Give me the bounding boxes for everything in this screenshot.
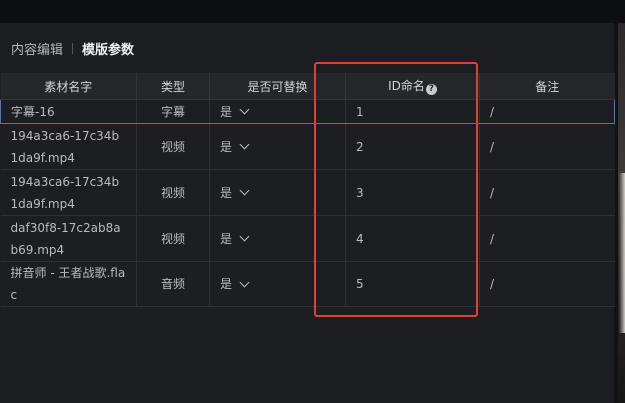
cell-replaceable: 是 <box>209 99 346 124</box>
column-header-replaceable: 是否可替换 <box>209 73 346 100</box>
chevron-down-icon <box>239 185 250 196</box>
cell-id[interactable]: 1 <box>345 99 480 124</box>
table-row[interactable]: daf30f8-17c2ab8ab69.mp4 视频 是 4 / <box>0 215 615 262</box>
replaceable-select[interactable]: 是 <box>220 182 250 204</box>
table-row[interactable]: 194a3ca6-17c34b1da9f.mp4 视频 是 2 / <box>0 123 615 170</box>
cell-id[interactable]: 3 <box>345 169 480 216</box>
replaceable-select-value: 是 <box>220 277 233 291</box>
cell-note[interactable]: / <box>479 123 615 170</box>
chevron-down-icon <box>239 139 250 150</box>
cell-type: 视频 <box>136 215 210 262</box>
column-header-note: 备注 <box>479 73 615 100</box>
cell-id[interactable]: 5 <box>345 261 480 307</box>
table-header-row: 素材名字 类型 是否可替换 ID命名? 备注 <box>0 73 615 100</box>
replaceable-select[interactable]: 是 <box>220 273 250 295</box>
column-header-type: 类型 <box>136 73 210 100</box>
cell-name: 拼音师 - 王者战歌.flac <box>0 261 137 307</box>
column-header-name: 素材名字 <box>0 73 137 100</box>
background-preview-edge <box>614 23 625 403</box>
cell-name: daf30f8-17c2ab8ab69.mp4 <box>0 215 137 262</box>
table-row[interactable]: 字幕-16 字幕 是 1 / <box>0 99 615 124</box>
cell-name: 字幕-16 <box>0 99 137 124</box>
cell-replaceable: 是 <box>209 123 346 170</box>
breadcrumb: 内容编辑 模版参数 <box>11 39 135 58</box>
chevron-down-icon <box>239 231 250 242</box>
chevron-down-icon <box>239 277 250 287</box>
cell-note[interactable]: / <box>479 169 615 216</box>
breadcrumb-template-params: 模版参数 <box>82 42 135 58</box>
replaceable-select[interactable]: 是 <box>220 136 250 158</box>
table-row[interactable]: 拼音师 - 王者战歌.flac 音频 是 5 / <box>0 261 615 307</box>
question-circle-icon[interactable]: ? <box>425 84 437 95</box>
cell-replaceable: 是 <box>209 169 346 216</box>
cell-type: 音频 <box>136 261 210 307</box>
cell-note[interactable]: / <box>479 215 615 262</box>
cell-name: 194a3ca6-17c34b1da9f.mp4 <box>0 123 137 170</box>
top-bar <box>0 0 625 23</box>
cell-replaceable: 是 <box>209 215 346 262</box>
column-header-id-name: ID命名? <box>345 73 480 100</box>
replaceable-select[interactable]: 是 <box>220 101 250 123</box>
cell-note[interactable]: / <box>479 261 615 307</box>
replaceable-select-value: 是 <box>220 139 233 154</box>
cell-type: 视频 <box>136 169 210 216</box>
template-params-table: 素材名字 类型 是否可替换 ID命名? 备注 字幕-16 字幕 是 1 / 19… <box>0 73 615 307</box>
table-row[interactable]: 194a3ca6-17c34b1da9f.mp4 视频 是 3 / <box>0 169 615 216</box>
replaceable-select-value: 是 <box>220 185 233 200</box>
cell-id[interactable]: 2 <box>345 123 480 170</box>
cell-id[interactable]: 4 <box>345 215 480 262</box>
breadcrumb-divider <box>72 42 74 54</box>
cell-replaceable: 是 <box>209 261 346 307</box>
cell-type: 视频 <box>136 123 210 170</box>
chevron-down-icon <box>239 104 250 115</box>
cell-note[interactable]: / <box>479 99 615 124</box>
cell-name: 194a3ca6-17c34b1da9f.mp4 <box>0 169 137 216</box>
replaceable-select-value: 是 <box>220 104 233 119</box>
column-header-id-name-label: ID命名 <box>388 79 425 93</box>
breadcrumb-content-edit[interactable]: 内容编辑 <box>11 39 63 58</box>
cell-type: 字幕 <box>136 99 210 124</box>
replaceable-select-value: 是 <box>220 231 233 246</box>
replaceable-select[interactable]: 是 <box>220 228 250 250</box>
